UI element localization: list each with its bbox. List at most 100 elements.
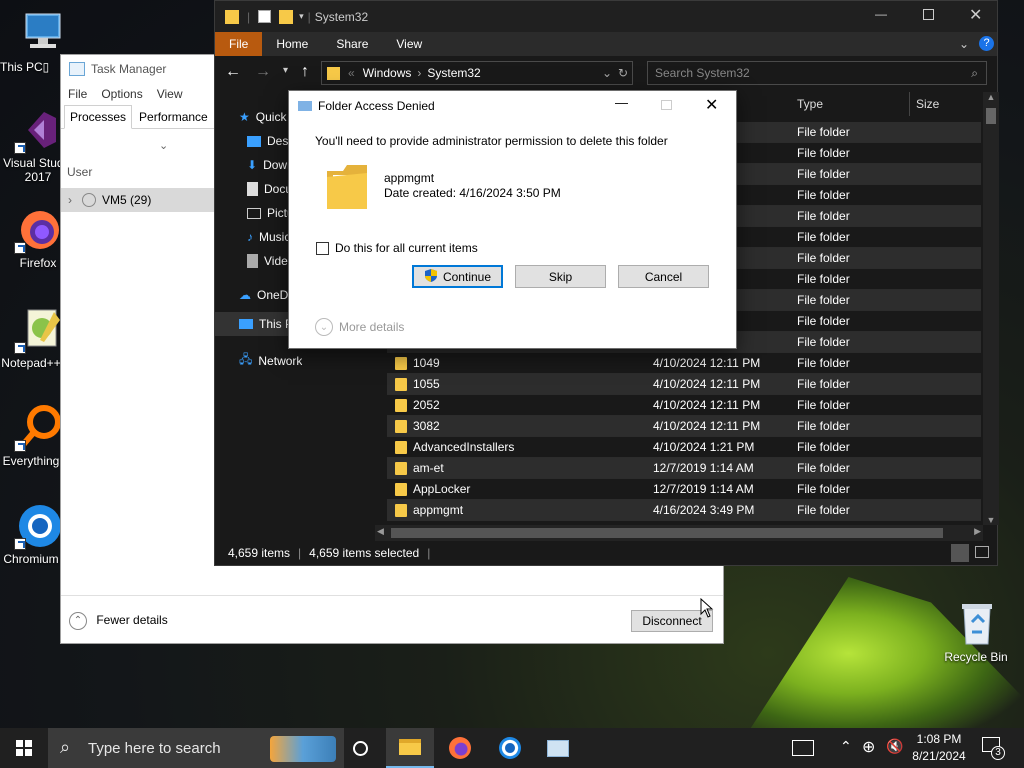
chromium-icon: [14, 502, 62, 550]
file-row[interactable]: appmgmt 4/16/2024 3:49 PM File folder: [387, 500, 981, 521]
menu-view[interactable]: View: [157, 87, 183, 101]
file-type: File folder: [797, 230, 850, 244]
volume-muted-icon[interactable]: 🔇: [886, 738, 903, 755]
breadcrumb-overflow[interactable]: «: [348, 66, 355, 80]
shortcut-arrow-icon: [14, 142, 26, 154]
menu-options[interactable]: Options: [101, 87, 142, 101]
taskbar-task-manager[interactable]: [534, 728, 582, 768]
desktop-icon-label: Chromium: [3, 552, 59, 566]
address-bar[interactable]: « Windows › System32 ⌄ ↻: [321, 61, 633, 85]
ribbon-tab-share[interactable]: Share: [322, 32, 382, 56]
folder-icon: [395, 399, 407, 412]
sort-chevron-down-icon[interactable]: ⌄: [159, 139, 168, 152]
search-input[interactable]: Search System32: [655, 66, 750, 80]
horizontal-scrollbar[interactable]: ◀ ▶: [375, 525, 983, 541]
fewer-details-button[interactable]: ⌃ Fewer details: [69, 611, 168, 630]
folder-icon: [395, 483, 407, 496]
file-type: File folder: [797, 209, 850, 223]
properties-icon[interactable]: [258, 10, 272, 23]
back-arrow-icon[interactable]: ←: [225, 63, 241, 81]
apply-all-checkbox[interactable]: [316, 241, 329, 255]
user-row[interactable]: › VM5 (29): [61, 188, 221, 212]
breadcrumb-system32[interactable]: System32: [427, 66, 480, 80]
close-button[interactable]: ✕: [969, 5, 982, 25]
continue-button[interactable]: Continue: [412, 265, 503, 288]
column-header-type[interactable]: Type: [797, 92, 823, 116]
file-row[interactable]: 1049 4/10/2024 12:11 PM File folder: [387, 353, 981, 374]
file-row[interactable]: 3082 4/10/2024 12:11 PM File folder: [387, 416, 981, 437]
taskbar-search-input[interactable]: Type here to search: [88, 740, 221, 757]
taskbar-firefox[interactable]: [436, 728, 484, 768]
desktop-icon: [247, 135, 261, 147]
scroll-down-arrow-icon[interactable]: ▼: [983, 515, 999, 525]
tab-processes[interactable]: Processes: [64, 105, 133, 129]
file-date-modified: 4/10/2024 12:11 PM: [653, 419, 761, 433]
expand-chevron-icon[interactable]: ›: [68, 193, 72, 207]
scroll-left-arrow-icon[interactable]: ◀: [377, 526, 384, 537]
large-icons-view-icon[interactable]: [975, 546, 989, 558]
search-box[interactable]: Search System32 ⌕: [647, 61, 987, 85]
status-item-count: 4,659 items: [228, 546, 291, 560]
explorer-titlebar[interactable]: | ▾ | System32 — ✕: [215, 1, 997, 32]
cancel-button[interactable]: Cancel: [618, 265, 709, 288]
nav-music[interactable]: ♪ Music: [247, 230, 290, 244]
address-dropdown-icon[interactable]: ⌄: [602, 66, 612, 80]
details-view-icon[interactable]: [951, 544, 969, 562]
folder-icon: [395, 357, 407, 370]
folder-icon: [395, 441, 407, 454]
file-row[interactable]: AdvancedInstallers 4/10/2024 1:21 PM File …: [387, 437, 981, 458]
refresh-icon[interactable]: ↻: [618, 66, 628, 80]
tab-performance[interactable]: Performance: [134, 106, 213, 128]
notification-center-button[interactable]: 3: [982, 737, 1005, 760]
start-button[interactable]: [0, 728, 48, 768]
up-arrow-icon[interactable]: ↑: [301, 63, 309, 81]
ribbon-tab-file[interactable]: File: [215, 32, 263, 56]
ribbon-expand-chevron-icon[interactable]: ⌄: [959, 37, 969, 51]
forward-arrow-icon[interactable]: →: [255, 63, 271, 81]
skip-button[interactable]: Skip: [515, 265, 606, 288]
ribbon-tab-view[interactable]: View: [382, 32, 436, 56]
dialog-minimize-button[interactable]: —: [615, 95, 628, 110]
desktop-icon-recycle-bin[interactable]: Recycle Bin: [936, 600, 1016, 664]
minimize-button[interactable]: —: [875, 7, 887, 21]
file-type: File folder: [797, 461, 850, 475]
file-row[interactable]: AppLocker 12/7/2019 1:14 AM File folder: [387, 479, 981, 500]
dialog-titlebar[interactable]: Folder Access Denied — ✕: [289, 91, 736, 121]
taskbar-file-explorer[interactable]: [386, 728, 434, 768]
scroll-right-arrow-icon[interactable]: ▶: [974, 526, 981, 537]
user-row-label: VM5 (29): [102, 193, 152, 207]
file-row[interactable]: am-et 12/7/2019 1:14 AM File folder: [387, 458, 981, 479]
visual-studio-icon: [14, 106, 62, 154]
taskbar-search-box[interactable]: ⌕ Type here to search: [48, 728, 344, 768]
pictures-icon: [247, 207, 261, 219]
scroll-thumb[interactable]: [986, 108, 996, 124]
help-icon[interactable]: ?: [979, 36, 994, 51]
folder-icon: [395, 462, 407, 475]
menu-file[interactable]: File: [68, 87, 87, 101]
taskbar-chromium[interactable]: [486, 728, 534, 768]
apply-all-checkbox-row[interactable]: Do this for all current items: [316, 241, 478, 255]
task-view-button[interactable]: [336, 728, 384, 768]
file-row[interactable]: 2052 4/10/2024 12:11 PM File folder: [387, 395, 981, 416]
file-type: File folder: [797, 167, 850, 181]
ribbon-tab-home[interactable]: Home: [262, 32, 322, 56]
breadcrumb-windows[interactable]: Windows: [363, 66, 412, 80]
new-folder-icon[interactable]: [279, 9, 294, 24]
clock[interactable]: 1:08 PM 8/21/2024: [908, 731, 970, 765]
hscroll-thumb[interactable]: [391, 528, 943, 538]
network-globe-icon[interactable]: ⊕: [862, 737, 875, 757]
dialog-close-button[interactable]: ✕: [705, 95, 718, 115]
file-type: File folder: [797, 335, 850, 349]
column-header-user[interactable]: User: [67, 165, 92, 179]
action-center-news-icon[interactable]: [792, 740, 814, 756]
column-header-size[interactable]: Size: [909, 92, 939, 116]
more-details-toggle[interactable]: ⌄ More details: [315, 318, 404, 336]
show-hidden-icons-chevron[interactable]: ⌃: [840, 738, 852, 755]
vertical-scrollbar[interactable]: ▲ ▼: [983, 92, 999, 525]
recent-locations-chevron-icon[interactable]: ▾: [283, 65, 288, 76]
maximize-button[interactable]: [923, 9, 934, 20]
file-row[interactable]: 1055 4/10/2024 12:11 PM File folder: [387, 374, 981, 395]
scroll-up-arrow-icon[interactable]: ▲: [983, 92, 999, 106]
nav-network[interactable]: 🖧 Network: [239, 350, 302, 371]
quick-access-dropdown-icon[interactable]: ▾: [299, 11, 304, 22]
